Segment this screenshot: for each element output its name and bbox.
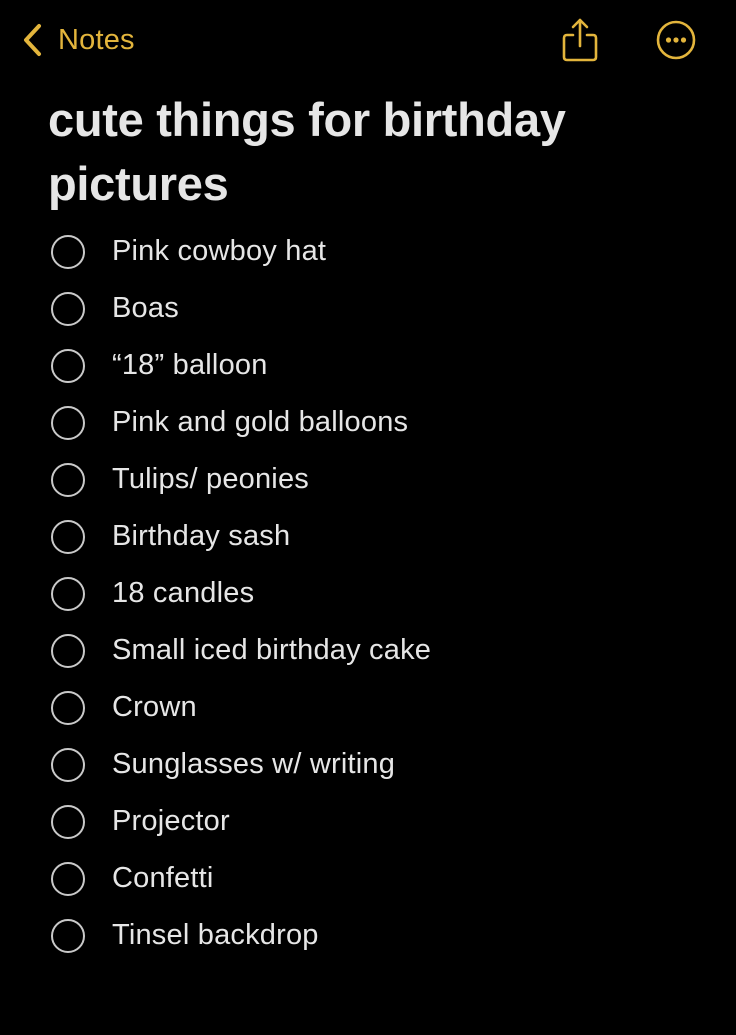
checklist-item-label[interactable]: Pink cowboy hat	[112, 235, 326, 268]
checklist-item: Tinsel backdrop	[48, 907, 688, 964]
share-icon	[560, 18, 600, 68]
share-button[interactable]	[560, 16, 600, 64]
checklist-item-label[interactable]: Tulips/ peonies	[112, 463, 309, 496]
checklist-item-label[interactable]: “18” balloon	[112, 349, 268, 382]
checkbox-circle-icon[interactable]	[51, 348, 85, 383]
checklist-item: 18 candles	[48, 565, 688, 622]
checklist-item-label[interactable]: Sunglasses w/ writing	[112, 748, 395, 781]
checkbox-circle-icon[interactable]	[51, 747, 85, 782]
checklist-item-label[interactable]: Tinsel backdrop	[112, 919, 319, 952]
checkbox-circle-icon[interactable]	[51, 291, 85, 326]
checkbox-circle-icon[interactable]	[51, 804, 85, 839]
navigation-bar: Notes	[0, 0, 736, 80]
checklist-item: Sunglasses w/ writing	[48, 736, 688, 793]
checklist-item-label[interactable]: Small iced birthday cake	[112, 634, 431, 667]
note-title[interactable]: cute things for birthday pictures	[48, 88, 688, 216]
checklist-item: Birthday sash	[48, 508, 688, 565]
checklist-item: Crown	[48, 679, 688, 736]
back-label: Notes	[58, 23, 135, 56]
chevron-left-icon	[20, 20, 44, 60]
more-options-button[interactable]	[655, 19, 697, 61]
checklist-item: Small iced birthday cake	[48, 622, 688, 679]
more-ellipsis-icon	[655, 20, 697, 65]
checkbox-circle-icon[interactable]	[51, 918, 85, 953]
checklist-item: Projector	[48, 793, 688, 850]
checkbox-circle-icon[interactable]	[51, 633, 85, 668]
checklist-item-label[interactable]: Birthday sash	[112, 520, 290, 553]
checklist-item-label[interactable]: Projector	[112, 805, 230, 838]
back-to-notes-button[interactable]: Notes	[20, 20, 135, 60]
checklist-item-label[interactable]: Pink and gold balloons	[112, 406, 408, 439]
checklist-item: Pink cowboy hat	[48, 223, 688, 280]
checkbox-circle-icon[interactable]	[51, 462, 85, 497]
checklist-item-label[interactable]: 18 candles	[112, 577, 254, 610]
checkbox-circle-icon[interactable]	[51, 234, 85, 269]
checkbox-circle-icon[interactable]	[51, 861, 85, 896]
checkbox-circle-icon[interactable]	[51, 405, 85, 440]
checklist-item-label[interactable]: Confetti	[112, 862, 214, 895]
checklist-item: Confetti	[48, 850, 688, 907]
checklist-item: Boas	[48, 280, 688, 337]
checklist-item-label[interactable]: Crown	[112, 691, 197, 724]
checkbox-circle-icon[interactable]	[51, 576, 85, 611]
checklist-item: Pink and gold balloons	[48, 394, 688, 451]
checkbox-circle-icon[interactable]	[51, 690, 85, 725]
checklist-item: Tulips/ peonies	[48, 451, 688, 508]
checklist-item: “18” balloon	[48, 337, 688, 394]
checklist: Pink cowboy hat Boas “18” balloon Pink a…	[48, 223, 688, 964]
checkbox-circle-icon[interactable]	[51, 519, 85, 554]
checklist-item-label[interactable]: Boas	[112, 292, 179, 325]
